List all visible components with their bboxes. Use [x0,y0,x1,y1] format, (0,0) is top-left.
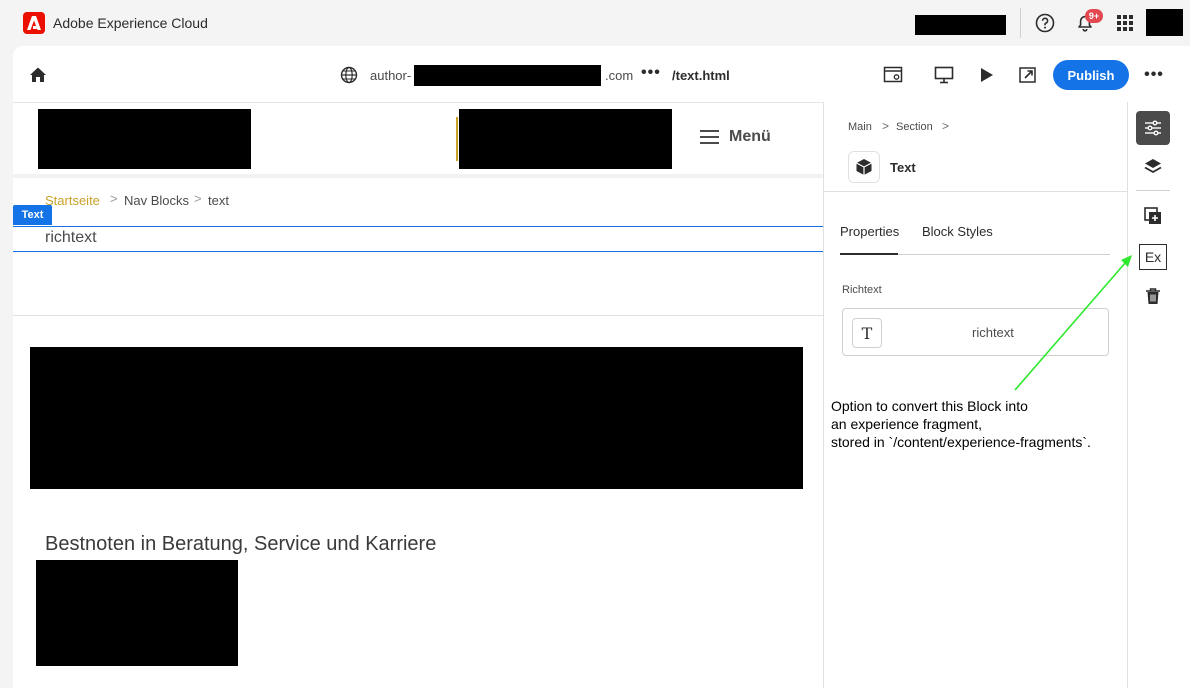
panel-breadcrumb-section[interactable]: Section [896,121,933,133]
redacted-site-logo[interactable] [38,109,251,169]
editor-toolbar [13,46,1190,102]
redacted-avatar[interactable] [1146,9,1183,36]
header-accent-line [456,117,458,161]
panel-breadcrumb-separator: > [942,119,950,133]
breadcrumb-separator: > [194,191,202,206]
active-tab-indicator [840,253,898,255]
adobe-logo[interactable] [23,12,45,34]
annotation-arrow [1014,255,1132,391]
annotation-note: Option to convert this Block into an exp… [831,397,1121,451]
header-separator [13,174,823,178]
url-suffix: .com [605,68,634,83]
home-icon[interactable] [26,63,50,87]
panel-breadcrumb-main[interactable]: Main [848,121,872,133]
annotation-line: stored in `/content/experience-fragments… [831,434,1091,450]
open-page-icon[interactable] [1016,63,1040,87]
redacted-rating-image[interactable] [36,560,238,666]
url-more-button[interactable]: ••• [641,64,661,82]
selected-block-badge: Text [13,205,52,225]
delete-icon[interactable] [1136,279,1170,313]
block-cube-icon [848,151,880,183]
tab-properties[interactable]: Properties [840,224,899,239]
section-heading[interactable]: Bestnoten in Beratung, Service und Karri… [45,533,436,556]
redacted-header-image[interactable] [459,109,672,169]
annotation-line: an experience fragment, [831,416,982,432]
help-icon[interactable] [1032,10,1058,36]
redacted-org-switcher[interactable] [915,15,1006,35]
desktop-preview-icon[interactable] [932,63,956,87]
publish-button[interactable]: Publish [1053,60,1129,90]
url-prefix: author- [370,68,412,83]
breadcrumb-nav-blocks[interactable]: Nav Blocks [124,193,189,208]
properties-sliders-icon[interactable] [1136,111,1170,145]
redacted-hostname [414,65,601,86]
section-divider [13,315,823,316]
more-actions-button[interactable]: ••• [1142,63,1166,87]
breadcrumb-current: text [208,193,229,208]
experience-fragment-icon: Ex [1139,244,1167,270]
page-settings-icon[interactable] [881,63,905,87]
notification-badge: 9+ [1085,9,1103,23]
preview-play-icon[interactable] [974,63,998,87]
panel-breadcrumb-separator: > [882,119,890,133]
block-name: Text [890,160,916,175]
redacted-banner-image[interactable] [30,347,803,489]
richtext-field-label: Richtext [842,284,882,296]
annotation-line: Option to convert this Block into [831,398,1028,414]
globe-icon[interactable] [337,63,361,87]
richtext-content[interactable]: richtext [45,229,97,247]
shell-divider [1020,8,1021,38]
layers-icon[interactable] [1136,150,1170,184]
page-path: /text.html [672,68,730,83]
panel-divider [824,191,1127,192]
add-block-icon[interactable] [1136,199,1170,233]
breadcrumb-home[interactable]: Startseite [45,193,100,208]
hamburger-icon[interactable] [700,129,720,150]
shell-title[interactable]: Adobe Experience Cloud [53,15,208,31]
rail-separator [1136,190,1170,191]
menu-label[interactable]: Menü [729,128,771,146]
selected-text-block[interactable] [13,226,823,252]
breadcrumb-separator: > [110,191,118,206]
tab-block-styles[interactable]: Block Styles [922,224,993,239]
app-switcher-icon[interactable] [1112,10,1138,36]
text-type-icon: T [852,318,882,348]
convert-to-experience-fragment-button[interactable]: Ex [1136,240,1170,274]
